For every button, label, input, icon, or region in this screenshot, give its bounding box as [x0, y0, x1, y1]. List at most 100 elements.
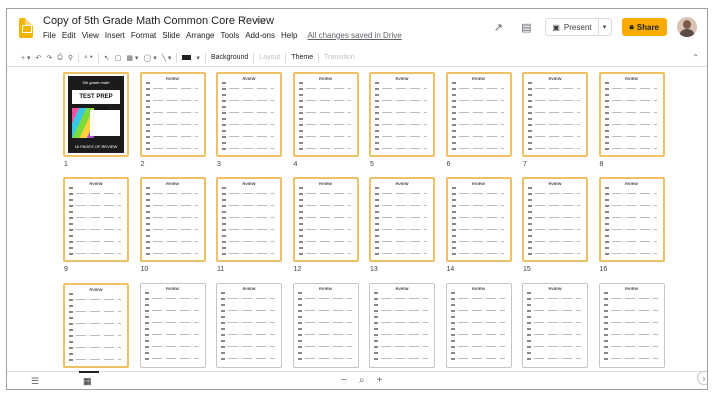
menu-tools[interactable]: Tools: [221, 31, 240, 40]
filmstrip-view-icon[interactable]: ☰: [31, 376, 39, 387]
slide-thumbnail[interactable]: RVIEW: [139, 283, 206, 368]
slide-thumbnail[interactable]: 5th grade math TEST PREP REVIEW 16 PAGES O…: [63, 72, 129, 157]
slide-thumbnail[interactable]: RVIEW: [598, 72, 665, 157]
menu-edit[interactable]: Edit: [62, 31, 76, 40]
slide-thumbnail[interactable]: RVIEW: [369, 177, 435, 262]
document-title[interactable]: Copy of 5th Grade Math Common Core Revie…: [43, 15, 274, 27]
slide-thumbnail[interactable]: RVIEW: [369, 283, 435, 368]
slide-thumbnail[interactable]: RVIEW: [292, 72, 359, 157]
slide-content-lines: [382, 188, 427, 254]
theme-button[interactable]: Theme: [291, 54, 313, 61]
print-icon[interactable]: ⎙: [57, 54, 63, 62]
slide-header-text: RVIEW: [395, 181, 409, 186]
comments-icon[interactable]: ▤: [517, 18, 535, 36]
slide-content-lines: [535, 188, 580, 254]
select-icon[interactable]: ↖: [104, 54, 110, 62]
zoom-in-icon[interactable]: +: [376, 375, 382, 386]
slide-thumbnail[interactable]: RVIEW: [369, 72, 435, 157]
share-button[interactable]: 🔒︎ Share: [621, 18, 667, 36]
present-icon: ▣: [552, 22, 560, 32]
slide-preview: RVIEW: [450, 181, 507, 258]
slide-header-text: RVIEW: [471, 76, 486, 81]
background-button[interactable]: Background: [211, 54, 248, 61]
slide-number: 4: [293, 161, 298, 168]
slide-thumbnail[interactable]: RVIEW: [445, 72, 512, 157]
zoom-icon[interactable]: ⌕: [359, 375, 365, 386]
slide-thumbnail[interactable]: RVIEW: [522, 283, 588, 368]
slide-preview: RVIEW: [373, 286, 431, 365]
slide-thumbnail[interactable]: RVIEW: [216, 72, 282, 157]
slide-thumbnail[interactable]: RVIEW: [63, 177, 129, 262]
slide-content-lines: [381, 293, 428, 361]
avatar[interactable]: [677, 17, 697, 37]
slide-thumbnail[interactable]: RVIEW: [139, 177, 206, 262]
shape-icon[interactable]: ◯ ▾: [143, 54, 156, 62]
zoom-controls: − ⌕ +: [341, 375, 382, 386]
slides-logo-icon[interactable]: [19, 18, 33, 38]
slide-sidebar: [298, 82, 303, 151]
star-outline-icon[interactable]: ☆: [241, 15, 250, 26]
slide-thumbnail[interactable]: RVIEW: [522, 177, 588, 262]
slide-thumbnail[interactable]: RVIEW: [292, 283, 359, 368]
slide-thumbnail[interactable]: RVIEW: [216, 283, 282, 368]
slide-number: 6: [446, 161, 451, 168]
slide-thumbnail[interactable]: RVIEW: [139, 72, 206, 157]
header-actions: ↗ ▤ ▣ Present ▾ 🔒︎ Share: [489, 17, 697, 37]
present-button[interactable]: ▣ Present ▾: [545, 18, 612, 36]
slide-header-text: RVIEW: [165, 181, 180, 186]
menu-arrange[interactable]: Arrange: [186, 31, 214, 40]
slide-content-lines: [76, 294, 121, 360]
present-dropdown-icon[interactable]: ▾: [599, 23, 611, 31]
keyboard-icon[interactable]: [182, 55, 192, 60]
slide-number: 13: [370, 266, 378, 273]
input-tools-dropdown-icon[interactable]: ▾: [196, 54, 200, 62]
slide-sidebar: [604, 82, 609, 151]
slide-thumbnail[interactable]: RVIEW: [522, 72, 588, 157]
menu-view[interactable]: View: [82, 31, 99, 40]
move-to-folder-icon[interactable]: ▭: [256, 15, 265, 26]
slide-thumbnail[interactable]: RVIEW: [445, 283, 512, 368]
present-label: Present: [563, 22, 592, 32]
undo-icon[interactable]: ↶: [36, 54, 42, 62]
slide-thumbnail[interactable]: RVIEW: [598, 283, 665, 368]
slide-thumbnail[interactable]: RVIEW: [292, 177, 359, 262]
paint-format-icon[interactable]: ⚲: [68, 54, 73, 62]
bottom-bar: ☰ ▦ − ⌕ + ›: [7, 371, 707, 389]
image-icon[interactable]: ▦ ▾: [126, 54, 138, 62]
menu-slide[interactable]: Slide: [162, 31, 180, 40]
slide-sidebar: [222, 82, 226, 151]
new-slide-icon[interactable]: + ▾: [21, 54, 31, 62]
zoom-icon[interactable]: ⌕ ▾: [84, 54, 93, 62]
menu-addons[interactable]: Add-ons: [245, 31, 275, 40]
layout-button[interactable]: Layout: [259, 54, 280, 61]
slide-thumbnail[interactable]: RVIEW: [598, 177, 665, 262]
transition-button[interactable]: Transition: [324, 54, 354, 61]
collapse-toolbar-icon[interactable]: ⌃: [692, 53, 699, 62]
textbox-icon[interactable]: ▢: [115, 54, 122, 62]
slide-grid: 5th grade math TEST PREP REVIEW 16 PAGES O…: [7, 69, 707, 373]
activity-trend-icon[interactable]: ↗: [489, 18, 507, 36]
present-main[interactable]: ▣ Present: [546, 19, 599, 35]
slide-content-lines: [458, 83, 504, 149]
slide-header-text: RVIEW: [89, 181, 103, 186]
slide-content-lines: [611, 188, 657, 254]
zoom-out-icon[interactable]: −: [341, 375, 347, 386]
line-icon[interactable]: ╲ ▾: [162, 54, 172, 62]
redo-icon[interactable]: ↷: [46, 54, 52, 62]
save-status-link[interactable]: All changes saved in Drive: [307, 31, 401, 40]
slide-thumbnail[interactable]: RVIEW: [63, 283, 129, 368]
slide-content-lines: [228, 293, 275, 361]
slide-thumbnail[interactable]: RVIEW: [216, 177, 282, 262]
menu-format[interactable]: Format: [131, 31, 156, 40]
slide-content-lines: [152, 83, 198, 149]
slide-thumbnail[interactable]: RVIEW: [445, 177, 512, 262]
grid-view-icon[interactable]: ▦: [83, 376, 92, 387]
menu-file[interactable]: File: [43, 31, 56, 40]
menu-help[interactable]: Help: [281, 31, 297, 40]
side-panel-expand-icon[interactable]: ›: [697, 371, 707, 385]
slide-header-text: RVIEW: [548, 76, 562, 81]
slide-sidebar: [527, 292, 531, 363]
menu-insert[interactable]: Insert: [105, 31, 125, 40]
grid-view-indicator: [79, 371, 99, 373]
slide-sidebar: [603, 292, 608, 363]
